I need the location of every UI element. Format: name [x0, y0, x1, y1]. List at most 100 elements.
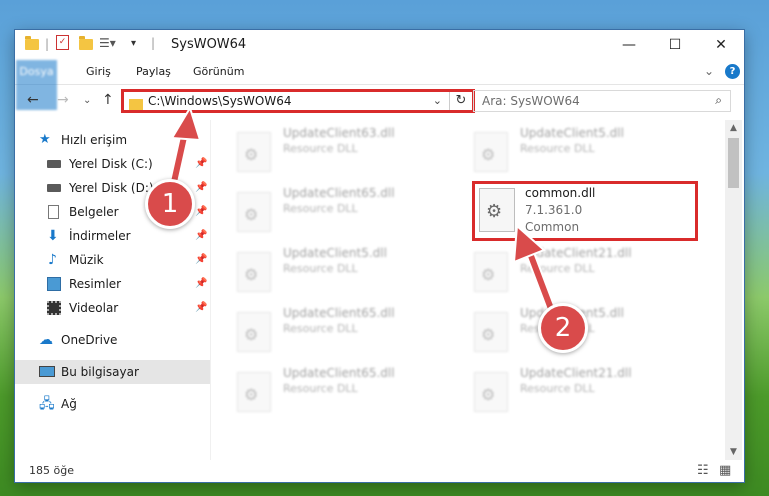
sidebar-item-pictures[interactable]: Resimler 📌	[15, 272, 210, 296]
tab-view[interactable]: Görünüm	[185, 60, 252, 84]
pin-icon[interactable]: 📌	[195, 200, 207, 224]
sidebar-item-network[interactable]: 🖧 Ağ	[15, 392, 210, 416]
cloud-icon: ☁	[39, 332, 53, 348]
pin-icon[interactable]: 📌	[195, 176, 207, 200]
dll-file-icon	[237, 312, 271, 352]
sidebar-item-label: Resimler	[69, 277, 122, 291]
file-description: Resource DLL	[520, 142, 595, 155]
scroll-up-icon[interactable]: ▲	[725, 120, 742, 136]
pin-icon[interactable]: 📌	[195, 224, 207, 248]
search-icon[interactable]: ⌕	[715, 93, 722, 108]
dll-file-icon	[237, 132, 271, 172]
sidebar-item-downloads[interactable]: ⬇ İndirmeler 📌	[15, 224, 210, 248]
forward-button[interactable]: →	[57, 92, 69, 108]
new-folder-icon[interactable]	[79, 36, 93, 50]
dll-file-icon	[474, 252, 508, 292]
drive-icon	[47, 184, 61, 192]
file-description: Resource DLL	[283, 202, 358, 215]
address-bar[interactable]: C:\Windows\SysWOW64 ⌄ ↻	[121, 89, 475, 113]
scroll-down-icon[interactable]: ▼	[725, 444, 742, 460]
navigation-pane: ★ Hızlı erişim Yerel Disk (C:) 📌 Yerel D…	[15, 120, 211, 460]
address-path[interactable]: C:\Windows\SysWOW64	[148, 94, 292, 108]
sidebar-item-label: Videolar	[69, 301, 119, 315]
file-name: common.dll	[525, 186, 596, 200]
file-name: UpdateClient5.dll	[283, 246, 387, 260]
documents-icon	[48, 205, 59, 219]
sidebar-item-videos[interactable]: Videolar 📌	[15, 296, 210, 320]
list-item[interactable]: UpdateClient65.dll Resource DLL	[217, 186, 427, 236]
up-button[interactable]: ↑	[102, 92, 114, 108]
pin-icon[interactable]: 📌	[195, 272, 207, 296]
list-item[interactable]: UpdateClient65.dll Resource DLL	[217, 306, 427, 356]
download-icon: ⬇	[47, 228, 59, 244]
list-item[interactable]: UpdateClient65.dll Resource DLL	[217, 366, 427, 416]
dll-file-icon	[474, 312, 508, 352]
address-dropdown-icon[interactable]: ⌄	[433, 94, 442, 107]
list-item[interactable]: UpdateClient5.dll Resource DLL	[217, 246, 427, 296]
dll-file-icon	[474, 132, 508, 172]
pin-icon[interactable]: 📌	[195, 152, 207, 176]
details-view-icon[interactable]: ☷	[697, 463, 709, 478]
back-button[interactable]: ←	[27, 92, 39, 108]
ribbon-expand-icon[interactable]: ⌄	[704, 64, 714, 78]
pin-icon[interactable]: 📌	[195, 248, 207, 272]
list-item[interactable]: UpdateClient21.dll Resource DLL	[454, 246, 664, 296]
sidebar-item-music[interactable]: ♪ Müzik 📌	[15, 248, 210, 272]
sidebar-item-label: İndirmeler	[69, 229, 131, 243]
folder-icon	[25, 36, 39, 50]
computer-icon	[39, 366, 55, 377]
chevron-down-icon[interactable]: ▾	[131, 38, 136, 49]
sidebar-item-label: Yerel Disk (D:)	[69, 181, 154, 195]
help-icon[interactable]: ?	[725, 64, 740, 79]
search-input[interactable]: Ara: SysWOW64	[482, 94, 580, 108]
sidebar-item-quick-access[interactable]: ★ Hızlı erişim	[15, 128, 210, 152]
step-1-badge: 1	[145, 179, 195, 229]
file-description: Resource DLL	[283, 142, 358, 155]
highlighted-file-item[interactable]: common.dll 7.1.361.0 Common	[472, 181, 698, 241]
file-description: Resource DLL	[520, 382, 595, 395]
search-box[interactable]: Ara: SysWOW64 ⌕	[473, 90, 731, 112]
vertical-scrollbar[interactable]: ▲ ▼	[725, 120, 742, 460]
dll-file-icon	[237, 252, 271, 292]
list-item[interactable]: UpdateClient5.dll Resource DLL	[454, 126, 664, 176]
properties-icon[interactable]: ✓	[56, 35, 69, 50]
status-bar: 185 öğe ☷ ▦	[15, 460, 744, 482]
close-button[interactable]: ✕	[698, 30, 744, 60]
dll-file-icon	[237, 372, 271, 412]
scroll-thumb[interactable]	[728, 138, 739, 188]
file-description: Resource DLL	[283, 382, 358, 395]
sidebar-item-label: Ağ	[61, 397, 77, 411]
star-icon: ★	[39, 132, 51, 147]
sidebar-item-onedrive[interactable]: ☁ OneDrive	[15, 328, 210, 352]
dll-file-icon	[474, 372, 508, 412]
list-item[interactable]: UpdateClient21.dll Resource DLL	[454, 366, 664, 416]
tab-home[interactable]: Giriş	[78, 60, 119, 84]
file-description: Common	[525, 220, 580, 234]
file-name: UpdateClient65.dll	[283, 306, 395, 320]
minimize-button[interactable]: —	[606, 30, 652, 60]
pictures-icon	[47, 277, 61, 291]
list-item[interactable]: UpdateClient63.dll Resource DLL	[217, 126, 427, 176]
sidebar-item-label: Hızlı erişim	[61, 133, 128, 147]
file-name: UpdateClient21.dll	[520, 246, 632, 260]
large-icons-view-icon[interactable]: ▦	[719, 463, 731, 478]
dll-file-icon	[479, 188, 515, 232]
file-name: UpdateClient63.dll	[283, 126, 395, 140]
tab-share[interactable]: Paylaş	[128, 60, 179, 84]
drive-icon	[47, 160, 61, 168]
sidebar-item-label: OneDrive	[61, 333, 118, 347]
sidebar-item-drive-c[interactable]: Yerel Disk (C:) 📌	[15, 152, 210, 176]
sidebar-item-this-pc[interactable]: Bu bilgisayar	[15, 360, 210, 384]
customize-toolbar-icon[interactable]: ☰▾	[99, 36, 116, 50]
refresh-button[interactable]: ↻	[449, 92, 472, 110]
sidebar-item-label: Belgeler	[69, 205, 119, 219]
file-name: UpdateClient5.dll	[520, 126, 624, 140]
title-bar: | ✓ ☰▾ ▾ | SysWOW64 — ☐ ✕	[15, 30, 744, 60]
step-2-badge: 2	[538, 303, 588, 353]
pin-icon[interactable]: 📌	[195, 296, 207, 320]
recent-locations-button[interactable]: ⌄	[83, 95, 91, 106]
file-description: Resource DLL	[283, 322, 358, 335]
file-description: Resource DLL	[283, 262, 358, 275]
maximize-button[interactable]: ☐	[652, 30, 698, 60]
separator: |	[45, 37, 50, 51]
